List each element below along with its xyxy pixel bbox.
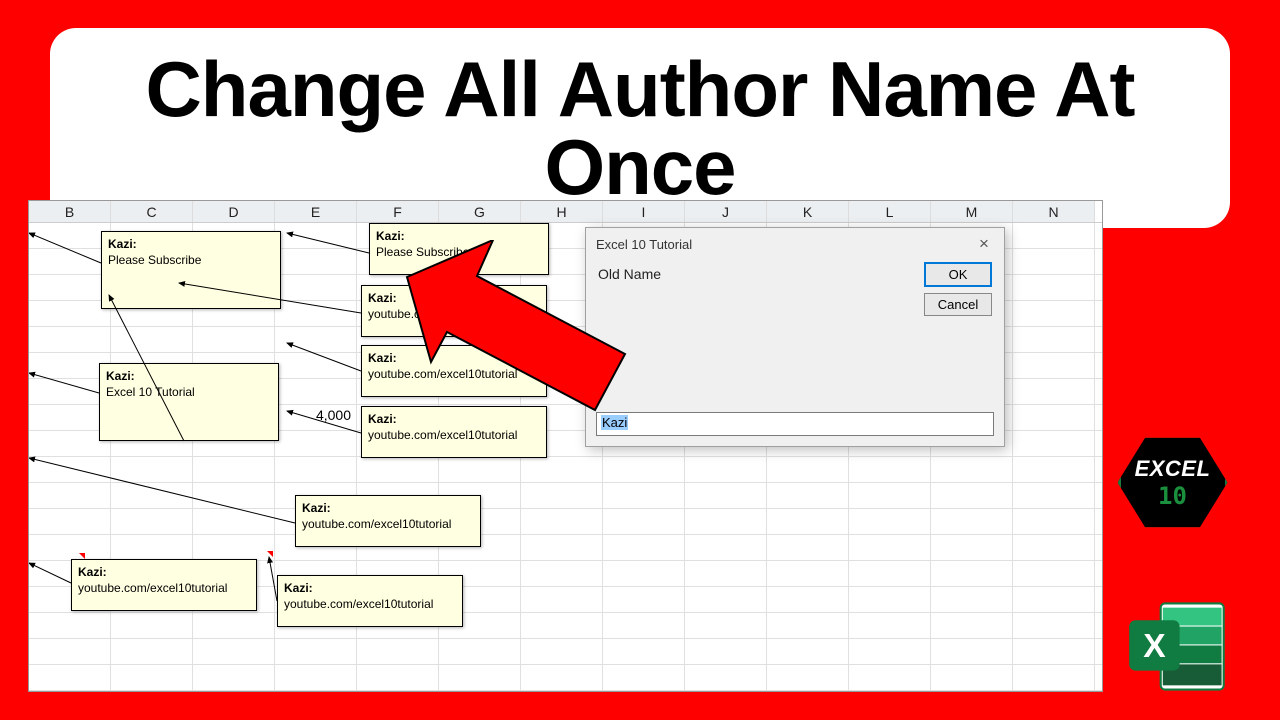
comment-text: youtube.com/excel10tutorial bbox=[368, 428, 517, 442]
comment-author: Kazi: bbox=[106, 368, 272, 384]
comment-box[interactable]: Kazi: youtube.com/excel10tutorial bbox=[277, 575, 463, 627]
col-g[interactable]: G bbox=[439, 201, 521, 222]
comment-author: Kazi: bbox=[302, 500, 474, 516]
comment-box[interactable]: Kazi: youtube.c excel10tutorial bbox=[361, 285, 547, 337]
comment-author: Kazi: bbox=[368, 411, 540, 427]
comment-author: Kazi: bbox=[78, 564, 250, 580]
col-l[interactable]: L bbox=[849, 201, 931, 222]
comment-text: youtube.com/excel10tutorial bbox=[302, 517, 451, 531]
comment-box[interactable]: Kazi: youtube.com/excel10tutorial bbox=[295, 495, 481, 547]
comment-author: Kazi: bbox=[376, 228, 542, 244]
comment-text: youtube.com/excel10tutorial bbox=[368, 367, 517, 381]
dialog-title: Excel 10 Tutorial bbox=[596, 237, 692, 252]
col-n[interactable]: N bbox=[1013, 201, 1095, 222]
comment-indicator-icon bbox=[267, 551, 273, 557]
comment-box[interactable]: Kazi: Excel 10 Tutorial bbox=[99, 363, 279, 441]
col-h[interactable]: H bbox=[521, 201, 603, 222]
dialog-input-value: Kazi bbox=[601, 415, 628, 430]
col-f[interactable]: F bbox=[357, 201, 439, 222]
col-k[interactable]: K bbox=[767, 201, 849, 222]
comment-box[interactable]: Kazi: youtube.com/excel10tutorial bbox=[71, 559, 257, 611]
ok-button[interactable]: OK bbox=[924, 262, 992, 287]
badge-line1: EXCEL bbox=[1135, 456, 1211, 482]
svg-text:X: X bbox=[1143, 628, 1166, 665]
comment-author: Kazi: bbox=[284, 580, 456, 596]
comment-text: Please Subscribe bbox=[376, 245, 469, 259]
col-j[interactable]: J bbox=[685, 201, 767, 222]
comment-author: Kazi: bbox=[368, 290, 540, 306]
cell-grid[interactable]: 4,000 Kazi: Please Subscribe Kazi: Pleas… bbox=[29, 223, 1102, 691]
close-icon[interactable]: × bbox=[972, 234, 996, 254]
badge-line2: 10 bbox=[1158, 482, 1187, 510]
title-banner: Change All Author Name At Once bbox=[50, 28, 1230, 228]
comment-box[interactable]: Kazi: Please Subscribe bbox=[369, 223, 549, 275]
cancel-button[interactable]: Cancel bbox=[924, 293, 992, 316]
comment-text: Please Subscribe bbox=[108, 253, 201, 267]
comment-author: Kazi: bbox=[108, 236, 274, 252]
dialog-prompt: Old Name bbox=[598, 262, 914, 322]
page-title: Change All Author Name At Once bbox=[80, 50, 1200, 206]
col-m[interactable]: M bbox=[931, 201, 1013, 222]
dialog-titlebar: Excel 10 Tutorial × bbox=[586, 228, 1004, 258]
cell-value-e[interactable]: 4,000 bbox=[289, 407, 351, 423]
col-c[interactable]: C bbox=[111, 201, 193, 222]
comment-text: Excel 10 Tutorial bbox=[106, 385, 195, 399]
col-b[interactable]: B bbox=[29, 201, 111, 222]
input-dialog: Excel 10 Tutorial × Old Name OK Cancel K… bbox=[585, 227, 1005, 447]
excel10-badge-icon: EXCEL 10 bbox=[1115, 435, 1230, 565]
comment-text: youtube.c bbox=[368, 307, 420, 321]
comment-text: youtube.com/excel10tutorial bbox=[78, 581, 227, 595]
comment-box[interactable]: Kazi: youtube.com/excel10tutorial bbox=[361, 345, 547, 397]
column-header-row: B C D E F G H I J K L M N bbox=[29, 201, 1102, 223]
comment-text-extra: excel10tutorial bbox=[423, 307, 500, 321]
comment-author: Kazi: bbox=[368, 350, 540, 366]
comment-box[interactable]: Kazi: Please Subscribe bbox=[101, 231, 281, 309]
col-d[interactable]: D bbox=[193, 201, 275, 222]
comment-text: youtube.com/excel10tutorial bbox=[284, 597, 433, 611]
col-e[interactable]: E bbox=[275, 201, 357, 222]
excel-logo-icon: X bbox=[1125, 599, 1230, 694]
spreadsheet-viewport[interactable]: B C D E F G H I J K L M N 4,000 Kazi: Pl… bbox=[28, 200, 1103, 692]
comment-box[interactable]: Kazi: youtube.com/excel10tutorial bbox=[361, 406, 547, 458]
dialog-text-input[interactable]: Kazi bbox=[596, 412, 994, 436]
col-i[interactable]: I bbox=[603, 201, 685, 222]
